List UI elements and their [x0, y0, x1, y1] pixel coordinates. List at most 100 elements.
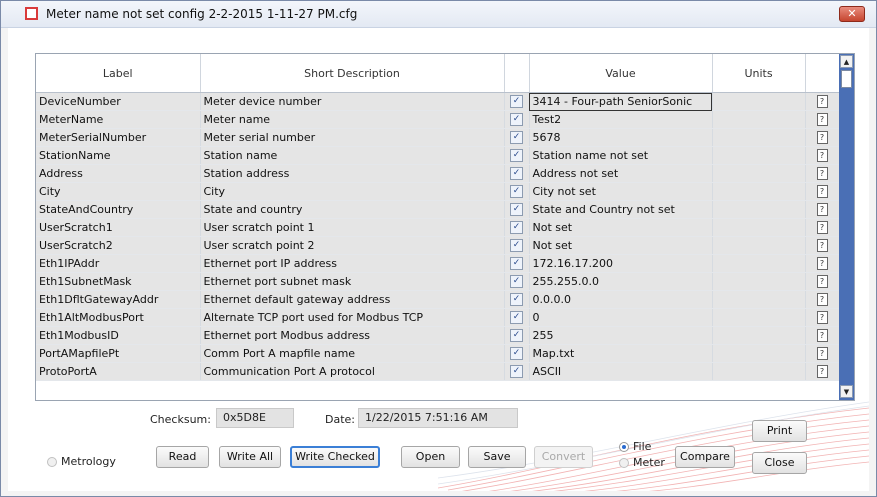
row-value[interactable]: Map.txt [529, 344, 713, 363]
row-help[interactable]: ? [805, 128, 840, 147]
checkmark-icon[interactable]: ✓ [510, 221, 523, 235]
row-checkbox[interactable]: ✓ [504, 236, 530, 255]
row-value[interactable]: Test2 [529, 110, 713, 129]
checkmark-icon[interactable]: ✓ [510, 149, 523, 163]
row-value[interactable]: 172.16.17.200 [529, 254, 713, 273]
help-icon[interactable]: ? [816, 311, 828, 325]
row-checkbox[interactable]: ✓ [504, 200, 530, 219]
row-value[interactable]: Address not set [529, 164, 713, 183]
row-checkbox[interactable]: ✓ [504, 362, 530, 381]
row-value[interactable]: 5678 [529, 128, 713, 147]
row-help[interactable]: ? [805, 290, 840, 309]
open-button[interactable]: Open [401, 446, 460, 468]
row-checkbox[interactable]: ✓ [504, 128, 530, 147]
help-icon[interactable]: ? [816, 95, 828, 109]
row-help[interactable]: ? [805, 254, 840, 273]
table-row[interactable]: Eth1SubnetMask Ethernet port subnet mask… [36, 272, 840, 291]
row-value[interactable]: 0 [529, 308, 713, 327]
row-help[interactable]: ? [805, 362, 840, 381]
row-value[interactable]: 255.255.0.0 [529, 272, 713, 291]
print-button[interactable]: Print [752, 420, 807, 442]
table-row[interactable]: City City ✓ City not set ? [36, 182, 840, 201]
write-all-button[interactable]: Write All [219, 446, 281, 468]
help-icon[interactable]: ? [816, 113, 828, 127]
table-row[interactable]: Eth1IPAddr Ethernet port IP address ✓ 17… [36, 254, 840, 273]
row-help[interactable]: ? [805, 236, 840, 255]
checkmark-icon[interactable]: ✓ [510, 311, 523, 325]
row-checkbox[interactable]: ✓ [504, 326, 530, 345]
row-help[interactable]: ? [805, 218, 840, 237]
row-help[interactable]: ? [805, 344, 840, 363]
row-checkbox[interactable]: ✓ [504, 92, 530, 111]
row-help[interactable]: ? [805, 200, 840, 219]
write-checked-button[interactable]: Write Checked [290, 446, 380, 468]
checkmark-icon[interactable]: ✓ [510, 167, 523, 181]
row-value[interactable]: City not set [529, 182, 713, 201]
row-checkbox[interactable]: ✓ [504, 344, 530, 363]
checkmark-icon[interactable]: ✓ [510, 293, 523, 307]
close-button[interactable]: Close [752, 452, 807, 474]
read-button[interactable]: Read [156, 446, 209, 468]
row-help[interactable]: ? [805, 326, 840, 345]
save-button[interactable]: Save [468, 446, 526, 468]
help-icon[interactable]: ? [816, 257, 828, 271]
table-row[interactable]: Eth1AltModbusPort Alternate TCP port use… [36, 308, 840, 327]
row-value[interactable]: Not set [529, 218, 713, 237]
row-checkbox[interactable]: ✓ [504, 308, 530, 327]
table-row[interactable]: UserScratch2 User scratch point 2 ✓ Not … [36, 236, 840, 255]
column-header-units[interactable]: Units [712, 54, 806, 93]
row-help[interactable]: ? [805, 182, 840, 201]
table-row[interactable]: PortAMapfilePt Comm Port A mapfile name … [36, 344, 840, 363]
help-icon[interactable]: ? [816, 275, 828, 289]
scroll-up-arrow-icon[interactable]: ▲ [840, 55, 853, 68]
checkmark-icon[interactable]: ✓ [510, 185, 523, 199]
help-icon[interactable]: ? [816, 185, 828, 199]
checkmark-icon[interactable]: ✓ [510, 239, 523, 253]
checkmark-icon[interactable]: ✓ [510, 203, 523, 217]
checkmark-icon[interactable]: ✓ [510, 365, 523, 379]
row-value[interactable]: Not set [529, 236, 713, 255]
help-icon[interactable]: ? [816, 167, 828, 181]
row-help[interactable]: ? [805, 92, 840, 111]
help-icon[interactable]: ? [816, 329, 828, 343]
table-row[interactable]: DeviceNumber Meter device number ✓ 3414 … [36, 92, 840, 111]
row-checkbox[interactable]: ✓ [504, 110, 530, 129]
row-checkbox[interactable]: ✓ [504, 254, 530, 273]
checkmark-icon[interactable]: ✓ [510, 329, 523, 343]
checkmark-icon[interactable]: ✓ [510, 113, 523, 127]
row-checkbox[interactable]: ✓ [504, 290, 530, 309]
convert-button[interactable]: Convert [534, 446, 593, 468]
table-row[interactable]: Address Station address ✓ Address not se… [36, 164, 840, 183]
row-value[interactable]: State and Country not set [529, 200, 713, 219]
row-value[interactable]: 3414 - Four-path SeniorSonic [529, 92, 713, 111]
table-row[interactable]: StateAndCountry State and country ✓ Stat… [36, 200, 840, 219]
checkmark-icon[interactable]: ✓ [510, 257, 523, 271]
row-help[interactable]: ? [805, 308, 840, 327]
column-header-label[interactable]: Label [36, 54, 201, 93]
vertical-scrollbar[interactable]: ▲ ▼ [839, 54, 854, 400]
meter-radio[interactable] [619, 458, 629, 468]
window-close-button[interactable]: ✕ [839, 6, 865, 22]
row-help[interactable]: ? [805, 272, 840, 291]
file-radio[interactable] [619, 442, 629, 452]
row-help[interactable]: ? [805, 164, 840, 183]
help-icon[interactable]: ? [816, 365, 828, 379]
table-row[interactable]: Eth1ModbusID Ethernet port Modbus addres… [36, 326, 840, 345]
table-row[interactable]: Eth1DfltGatewayAddr Ethernet default gat… [36, 290, 840, 309]
table-row[interactable]: ProtoPortA Communication Port A protocol… [36, 362, 840, 381]
checkmark-icon[interactable]: ✓ [510, 131, 523, 145]
column-header-checked[interactable] [504, 54, 530, 93]
checkmark-icon[interactable]: ✓ [510, 95, 523, 109]
row-checkbox[interactable]: ✓ [504, 272, 530, 291]
metrology-radio[interactable] [47, 457, 57, 467]
checkmark-icon[interactable]: ✓ [510, 347, 523, 361]
row-help[interactable]: ? [805, 110, 840, 129]
help-icon[interactable]: ? [816, 239, 828, 253]
table-row[interactable]: MeterSerialNumber Meter serial number ✓ … [36, 128, 840, 147]
checkmark-icon[interactable]: ✓ [510, 275, 523, 289]
table-row[interactable]: StationName Station name ✓ Station name … [36, 146, 840, 165]
row-value[interactable]: ASCII [529, 362, 713, 381]
row-value[interactable]: Station name not set [529, 146, 713, 165]
row-value[interactable]: 255 [529, 326, 713, 345]
row-checkbox[interactable]: ✓ [504, 218, 530, 237]
